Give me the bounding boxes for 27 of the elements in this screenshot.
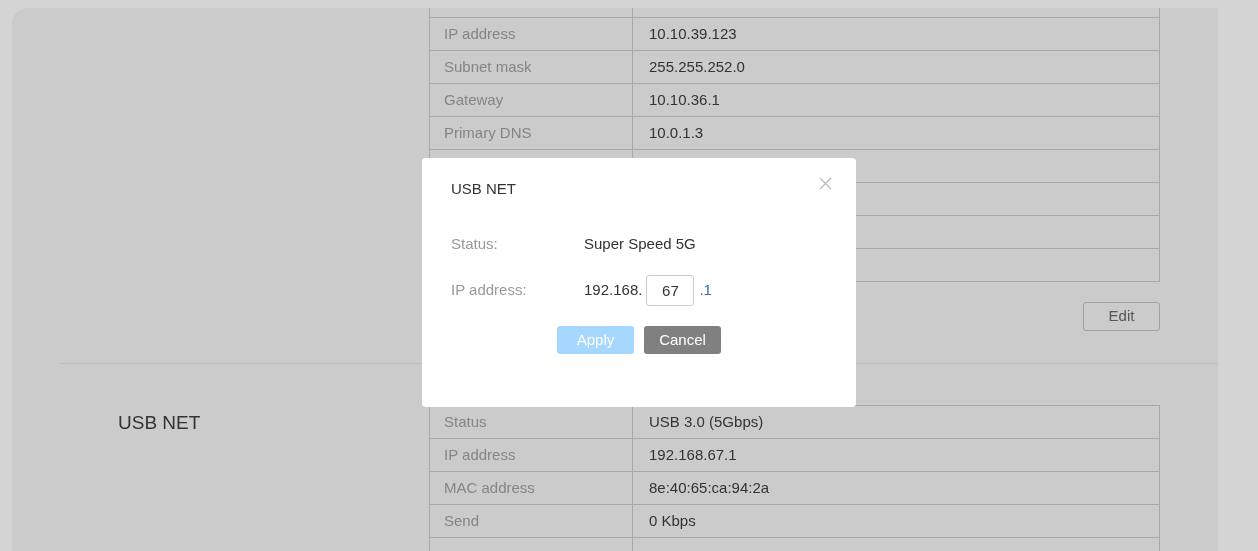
row-label: Subnet mask <box>444 56 532 77</box>
row-value: 8e:40:65:ca:94:2a <box>649 477 770 498</box>
row-label: Gateway <box>444 89 504 110</box>
row-value: USB 3.0 (5Gbps) <box>649 411 764 432</box>
row-label: IP address <box>444 444 516 465</box>
dialog-title: USB NET <box>451 179 516 199</box>
cancel-button[interactable]: Cancel <box>644 326 721 354</box>
row-value: 10.10.39.123 <box>649 23 737 44</box>
ip-octet-field[interactable]: 67 <box>646 275 695 306</box>
close-icon[interactable] <box>819 177 832 190</box>
ip-label: IP address: <box>451 280 528 301</box>
row-value: 0 Kbps <box>649 510 696 531</box>
row-label: MAC address <box>444 477 535 498</box>
section-title: USB NET <box>118 412 201 433</box>
status-value: Super Speed 5G <box>584 233 696 254</box>
status-label: Status: <box>451 233 499 254</box>
ip-prefix: 192.168. <box>584 280 643 301</box>
row-value: 192.168.67.1 <box>649 444 737 465</box>
row-label: Primary DNS <box>444 122 532 143</box>
ip-suffix: .1 <box>699 280 712 301</box>
row-value: 255.255.252.0 <box>649 56 745 77</box>
row-label: Status <box>444 411 487 432</box>
row-value: 10.0.1.3 <box>649 122 704 143</box>
edit-button[interactable]: Edit <box>1083 302 1160 331</box>
row-label: IP address <box>444 23 516 44</box>
row-label: Send <box>444 510 480 531</box>
row-value: 10.10.36.1 <box>649 89 720 110</box>
